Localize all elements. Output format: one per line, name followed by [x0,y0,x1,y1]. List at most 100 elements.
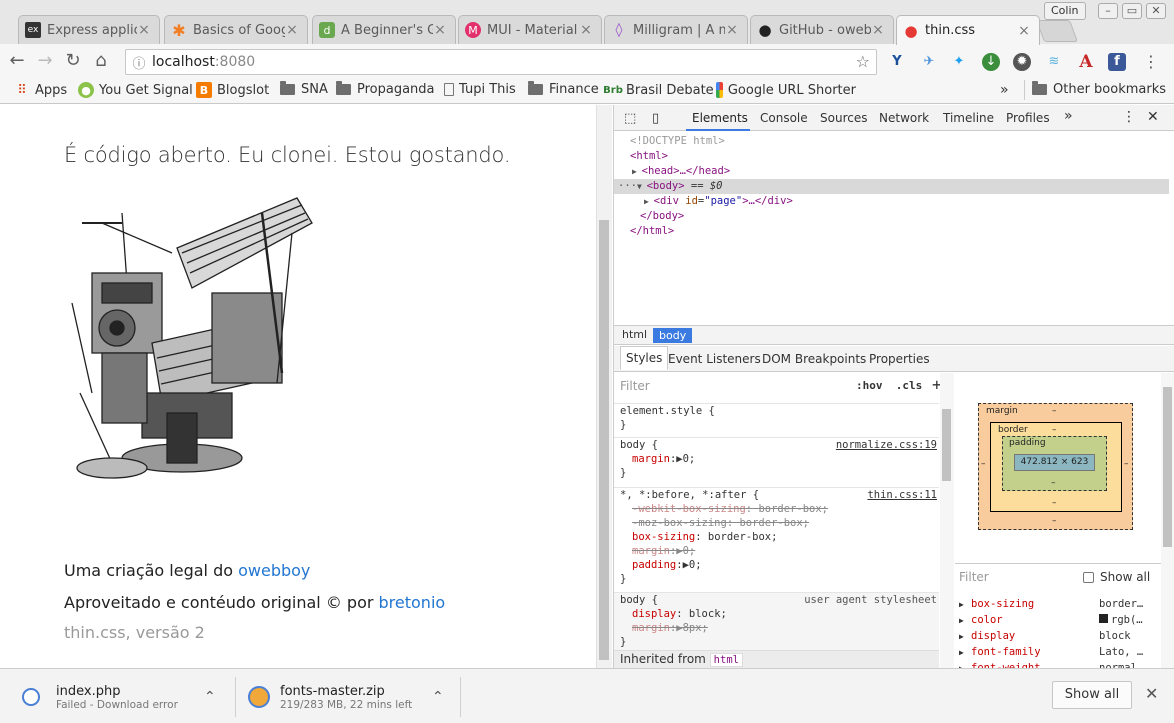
extension-a-icon[interactable]: A [1077,53,1095,71]
rule-selector[interactable]: body { [620,594,658,606]
downloads-show-all-button[interactable]: Show all [1052,681,1132,709]
bookmark-folder-propaganda[interactable]: Propaganda [336,81,435,97]
tab-github[interactable]: ● GitHub - oweb × [750,15,894,44]
sidebar-scrollbar-thumb[interactable] [1163,387,1172,547]
bookmark-apps[interactable]: ⠿ Apps [14,82,67,98]
styles-scrollbar-thumb[interactable] [942,409,951,481]
download-extension-icon[interactable]: ↓ [982,53,1000,71]
page-scrollbar[interactable] [596,105,612,668]
devtools-close-icon[interactable]: ✕ [1147,109,1159,125]
bookmark-blogslot[interactable]: B Blogslot [196,82,269,98]
subtab-event-listeners[interactable]: Event Listeners [668,352,761,366]
hov-toggle[interactable]: :hov [856,379,883,392]
tab-beginners-guide[interactable]: d A Beginner's G × [312,15,456,44]
bretonio-link[interactable]: bretonio [379,593,446,612]
bookmark-brasil-debate[interactable]: Brb Brasil Debate [603,82,714,98]
box-model-margin[interactable]: margin – – – – border – – padding – 472.… [978,403,1133,530]
chevron-up-icon[interactable]: ⌃ [432,689,444,705]
facebook-extension-icon[interactable]: f [1108,53,1126,71]
downloads-close-icon[interactable]: ✕ [1145,684,1158,703]
new-tab-button[interactable] [1035,20,1079,42]
tab-close-icon[interactable]: × [137,22,151,38]
tab-sources[interactable]: Sources [820,111,867,125]
tab-profiles[interactable]: Profiles [1006,111,1050,125]
hov-cls-toggles[interactable]: :hov .cls [856,379,922,392]
declaration[interactable]: -webkit-box-sizing: border-box; [620,502,939,516]
extension-gear-icon[interactable]: ✹ [1013,53,1031,71]
twitter-extension-icon[interactable]: ✦ [950,53,968,71]
devtools-menu-icon[interactable]: ⋮ [1122,109,1136,125]
declaration[interactable]: margin:▶0; [620,544,939,558]
chevron-up-icon[interactable]: ⌃ [204,689,216,705]
download-item-fonts-master[interactable]: fonts-master.zip 219/283 MB, 22 mins lef… [248,677,453,717]
chrome-menu-icon[interactable]: ⋮ [1142,53,1160,71]
declaration[interactable]: margin:▶8px; [620,621,939,635]
home-icon[interactable]: ⌂ [90,50,112,72]
tab-network[interactable]: Network [879,111,929,125]
dom-doctype[interactable]: <!DOCTYPE html> [630,134,725,149]
bookmark-you-get-signal[interactable]: ● You Get Signal [78,82,193,98]
bookmark-folder-finance[interactable]: Finance [528,81,599,97]
show-all-checkbox[interactable]: Show all [1083,570,1150,584]
tab-close-icon[interactable]: × [285,22,299,38]
bookmark-tupi-this[interactable]: Tupi This [444,82,516,97]
subtab-dom-breakpoints[interactable]: DOM Breakpoints [762,352,866,366]
extension-y-icon[interactable]: Y [888,53,906,71]
declaration[interactable]: padding:▶0; [620,558,939,572]
box-model-content[interactable]: 472.812 × 623 [1014,454,1095,471]
declaration[interactable]: box-sizing: border-box; [620,530,939,544]
extension-bird-icon[interactable]: ✈ [920,53,938,71]
breadcrumb-html[interactable]: html [622,328,647,341]
tab-close-icon[interactable]: × [579,22,593,38]
page-info-icon[interactable]: ⓘ [126,53,152,72]
page-scrollbar-thumb[interactable] [599,220,609,660]
minimize-icon[interactable]: – [1098,3,1118,19]
computed-prop[interactable]: ▶ font-family Lato, … [959,646,1159,662]
forward-arrow-icon[interactable]: → [34,50,56,72]
owebboy-link[interactable]: owebboy [238,561,310,580]
cls-toggle[interactable]: .cls [896,379,923,392]
styles-filter-input[interactable]: Filter [620,379,650,393]
dom-body-close[interactable]: </body> [640,209,684,224]
computed-prop[interactable]: ▶ color rgb(… [959,614,1159,630]
computed-prop[interactable]: ▶ display block [959,630,1159,646]
checkbox-icon[interactable] [1083,571,1094,583]
sidebar-scrollbar[interactable] [1161,373,1174,668]
dom-div-page[interactable]: ▶ <div id="page">…</div> [644,194,793,209]
back-arrow-icon[interactable]: ← [6,50,28,72]
rule-selector[interactable]: body { [620,439,658,451]
tab-thin-css[interactable]: ● thin.css × [896,15,1040,45]
dom-body[interactable]: ···▼ <body> == $0 [618,179,722,194]
tab-express[interactable]: ex Express applic × [18,15,160,44]
profile-button[interactable]: Colin [1044,2,1086,20]
tab-milligram[interactable]: ◊ Milligram | A m × [604,15,748,44]
tab-console[interactable]: Console [760,111,808,125]
inherited-tag-link[interactable]: html [709,653,743,667]
dom-html-close[interactable]: </html> [630,224,674,239]
tab-elements[interactable]: Elements [692,111,748,125]
styles-scrollbar[interactable] [940,373,954,668]
computed-filter-input[interactable]: Filter [959,570,989,584]
dom-head[interactable]: ▶ <head>…</head> [632,164,730,179]
inspect-element-icon[interactable]: ⬚ [624,111,636,126]
box-model-padding[interactable]: padding – 472.812 × 623 [1002,436,1107,491]
bookmark-other-bookmarks[interactable]: Other bookmarks [1032,81,1166,97]
download-item-index-php[interactable]: index.php Failed - Download error ⌃ [22,677,227,717]
tab-basics-google[interactable]: ✱ Basics of Goog × [164,15,308,44]
tab-timeline[interactable]: Timeline [943,111,994,125]
bookmarks-overflow-chevron-icon[interactable]: » [1000,82,1009,98]
rule-source-link[interactable]: normalize.css:19 [836,438,937,452]
rule-source-link[interactable]: thin.css:11 [867,488,937,502]
dom-html-open[interactable]: <html> [630,149,668,164]
address-bar[interactable]: ⓘ localhost:8080 ☆ [125,49,877,75]
tab-close-icon[interactable]: × [725,22,739,38]
tab-close-icon[interactable]: × [871,22,885,38]
bookmark-folder-sna[interactable]: SNA [280,81,328,97]
maximize-icon[interactable]: ▭ [1122,3,1142,19]
reload-icon[interactable]: ↻ [62,50,84,72]
color-swatch-icon[interactable] [1099,614,1108,623]
rule-selector[interactable]: element.style { [620,404,939,418]
subtab-styles[interactable]: Styles [620,346,669,370]
breadcrumb-body[interactable]: body [653,328,693,343]
subtab-properties[interactable]: Properties [869,352,930,366]
